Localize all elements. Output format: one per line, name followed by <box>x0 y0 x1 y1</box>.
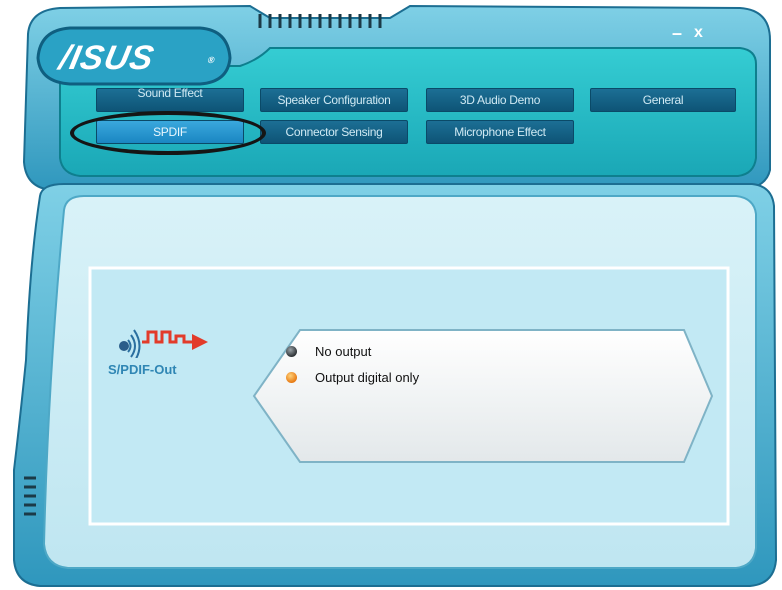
tab-3d-audio-demo[interactable]: 3D Audio Demo <box>426 88 574 112</box>
option-label: Output digital only <box>315 370 420 385</box>
tab-label: Speaker Configuration <box>277 93 391 107</box>
close-button[interactable]: x <box>694 25 703 41</box>
spdif-out-icon <box>119 329 208 358</box>
option-label: No output <box>315 344 372 359</box>
option-output-digital-only[interactable]: Output digital only <box>286 370 419 385</box>
tab-sound-effect[interactable]: Sound Effect <box>96 86 244 112</box>
tab-label: Connector Sensing <box>285 125 383 139</box>
radio-button[interactable] <box>286 346 297 357</box>
tab-speaker-configuration[interactable]: Speaker Configuration <box>260 88 408 112</box>
tab-label: Microphone Effect <box>454 125 546 139</box>
option-no-output[interactable]: No output <box>286 344 371 359</box>
asus-logo: /ISUS ® <box>55 39 217 77</box>
tab-connector-sensing[interactable]: Connector Sensing <box>260 120 408 144</box>
tab-label: Sound Effect <box>137 86 203 100</box>
highlight-ellipse <box>70 111 266 155</box>
tab-microphone-effect[interactable]: Microphone Effect <box>426 120 574 144</box>
tab-label: General <box>642 93 684 107</box>
tab-label: 3D Audio Demo <box>459 93 541 107</box>
spdif-out-label: S/PDIF-Out <box>108 362 177 377</box>
minimize-button[interactable]: – <box>672 24 682 42</box>
tab-general[interactable]: General <box>590 88 736 112</box>
radio-button[interactable] <box>286 372 297 383</box>
